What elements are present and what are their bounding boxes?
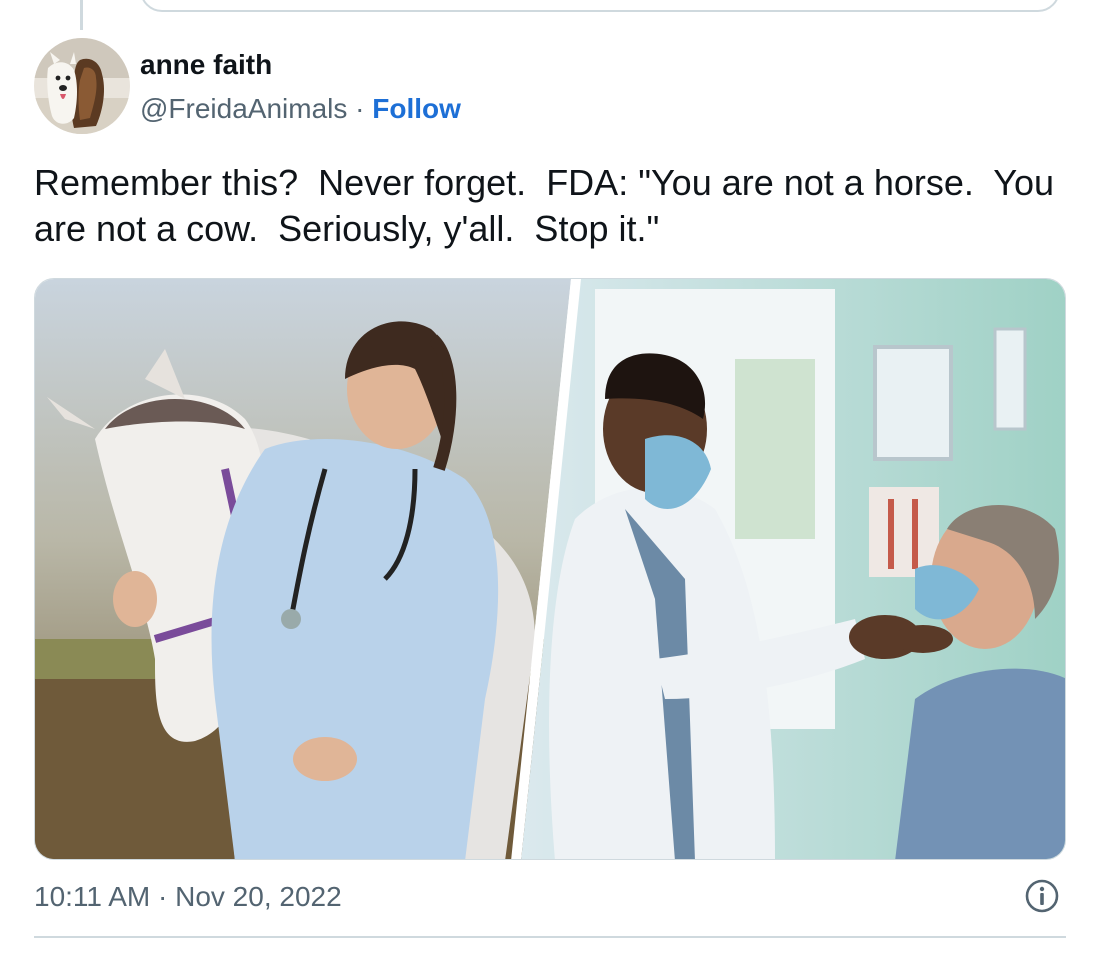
author-handle[interactable]: @FreidaAnimals	[140, 93, 347, 124]
handle-separator: ·	[347, 93, 373, 124]
author-display-name[interactable]: anne faith	[140, 48, 272, 82]
veterinarian-with-horse-panel	[35, 279, 571, 859]
author-handle-row: @FreidaAnimals · Follow	[140, 92, 461, 126]
tweet-timestamp[interactable]: 10:11 AM · Nov 20, 2022	[34, 880, 342, 914]
doctor-with-masked-patient-panel	[521, 279, 1065, 859]
follow-button[interactable]: Follow	[372, 93, 461, 124]
info-icon[interactable]	[1024, 878, 1060, 914]
tweet-media-image[interactable]	[34, 278, 1066, 860]
dog-avatar-image	[34, 38, 130, 134]
tweet-text: Remember this? Never forget. FDA: "You a…	[34, 162, 1065, 249]
previous-quoted-card-edge[interactable]	[140, 0, 1060, 12]
thread-connector-line	[80, 0, 83, 30]
media-collage	[35, 279, 1065, 859]
avatar[interactable]	[34, 38, 130, 134]
bottom-divider	[34, 936, 1066, 938]
